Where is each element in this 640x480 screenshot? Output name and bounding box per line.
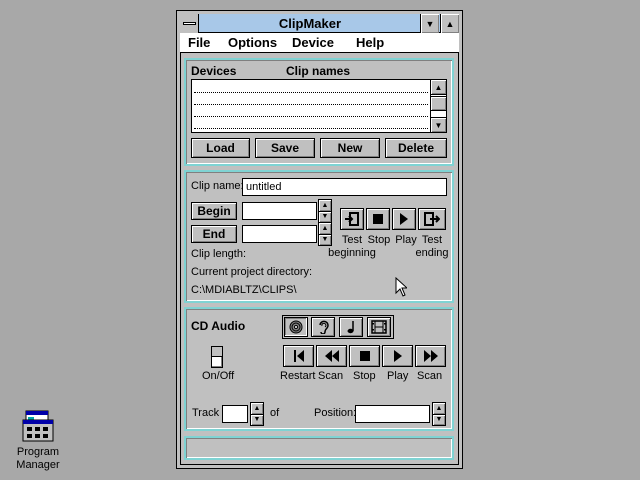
music-note-icon[interactable] <box>339 317 363 337</box>
clip-name-input[interactable]: untitled <box>242 178 447 196</box>
begin-button[interactable]: Begin <box>191 202 237 220</box>
menu-options[interactable]: Options <box>228 35 277 50</box>
menu-device[interactable]: Device <box>292 35 334 50</box>
scroll-thumb[interactable] <box>431 96 446 111</box>
program-manager-line2: Manager <box>16 459 60 471</box>
test-ending-label: Test ending <box>414 234 450 260</box>
position-input[interactable] <box>355 405 430 423</box>
cd-disc-icon[interactable] <box>284 317 308 337</box>
clip-list[interactable] <box>191 79 447 133</box>
test-ending-line2: ending <box>415 247 449 259</box>
menu-help[interactable]: Help <box>356 35 384 50</box>
toggle-switch-icon[interactable] <box>211 346 223 368</box>
load-button[interactable]: Load <box>191 138 250 158</box>
clip-length-label: Clip length: <box>191 248 247 260</box>
cd-stop-label: Stop <box>353 370 376 382</box>
ear-icon[interactable] <box>311 317 335 337</box>
track-spinner[interactable]: ▲ ▼ <box>250 402 264 426</box>
mouse-cursor-icon <box>395 276 409 300</box>
track-of-label: of <box>270 407 280 419</box>
onoff-label: On/Off <box>202 370 235 382</box>
list-scrollbar[interactable]: ▲ ▼ <box>430 79 447 133</box>
test-beginning-icon[interactable] <box>340 208 364 230</box>
rewind-icon[interactable] <box>316 345 347 367</box>
test-play-icon[interactable] <box>392 208 416 230</box>
scroll-up-icon[interactable]: ▲ <box>431 80 446 95</box>
track-label: Track <box>192 407 220 419</box>
maximize-icon[interactable]: ▲ <box>440 14 459 33</box>
delete-button[interactable]: Delete <box>385 138 447 158</box>
devices-header: Devices <box>191 64 237 78</box>
end-input[interactable] <box>242 225 317 243</box>
scroll-down-icon[interactable]: ▼ <box>431 117 446 132</box>
test-beginning-line2: beginning <box>328 247 376 259</box>
begin-input[interactable] <box>242 202 317 220</box>
system-menu-icon[interactable] <box>180 14 199 33</box>
project-directory-value: C:\MDIABLTZ\CLIPS\ <box>191 284 297 296</box>
minimize-icon[interactable]: ▼ <box>420 14 439 33</box>
restart-icon[interactable] <box>283 345 314 367</box>
begin-spinner[interactable]: ▲ ▼ <box>318 199 332 223</box>
track-input[interactable] <box>222 405 248 423</box>
new-button[interactable]: New <box>320 138 380 158</box>
test-stop-label: Stop <box>367 234 391 246</box>
project-directory-label: Current project directory: <box>191 266 313 278</box>
program-manager-icon[interactable] <box>22 410 54 442</box>
test-ending-line1: Test <box>421 234 443 246</box>
test-stop-icon[interactable] <box>366 208 390 230</box>
clip-name-label: Clip name: <box>191 180 244 192</box>
position-spinner[interactable]: ▲ ▼ <box>432 402 446 426</box>
end-button[interactable]: End <box>191 225 237 243</box>
restart-label: Restart <box>280 370 316 382</box>
scan-back-label: Scan <box>318 370 344 382</box>
program-manager-label[interactable]: Program Manager <box>8 446 68 472</box>
save-button[interactable]: Save <box>255 138 315 158</box>
window-title: ClipMaker <box>278 16 342 31</box>
cd-stop-icon[interactable] <box>349 345 380 367</box>
cd-audio-title: CD Audio <box>191 319 246 333</box>
fast-forward-icon[interactable] <box>415 345 446 367</box>
program-manager-line1: Program <box>16 446 60 458</box>
test-ending-icon[interactable] <box>418 208 446 230</box>
clip-names-header: Clip names <box>286 64 351 78</box>
cd-play-label: Play <box>387 370 409 382</box>
film-icon[interactable] <box>367 317 391 337</box>
scan-forward-label: Scan <box>417 370 443 382</box>
cd-play-icon[interactable] <box>382 345 413 367</box>
position-label: Position: <box>314 407 357 419</box>
menu-file[interactable]: File <box>188 35 210 50</box>
status-bar <box>184 436 454 460</box>
